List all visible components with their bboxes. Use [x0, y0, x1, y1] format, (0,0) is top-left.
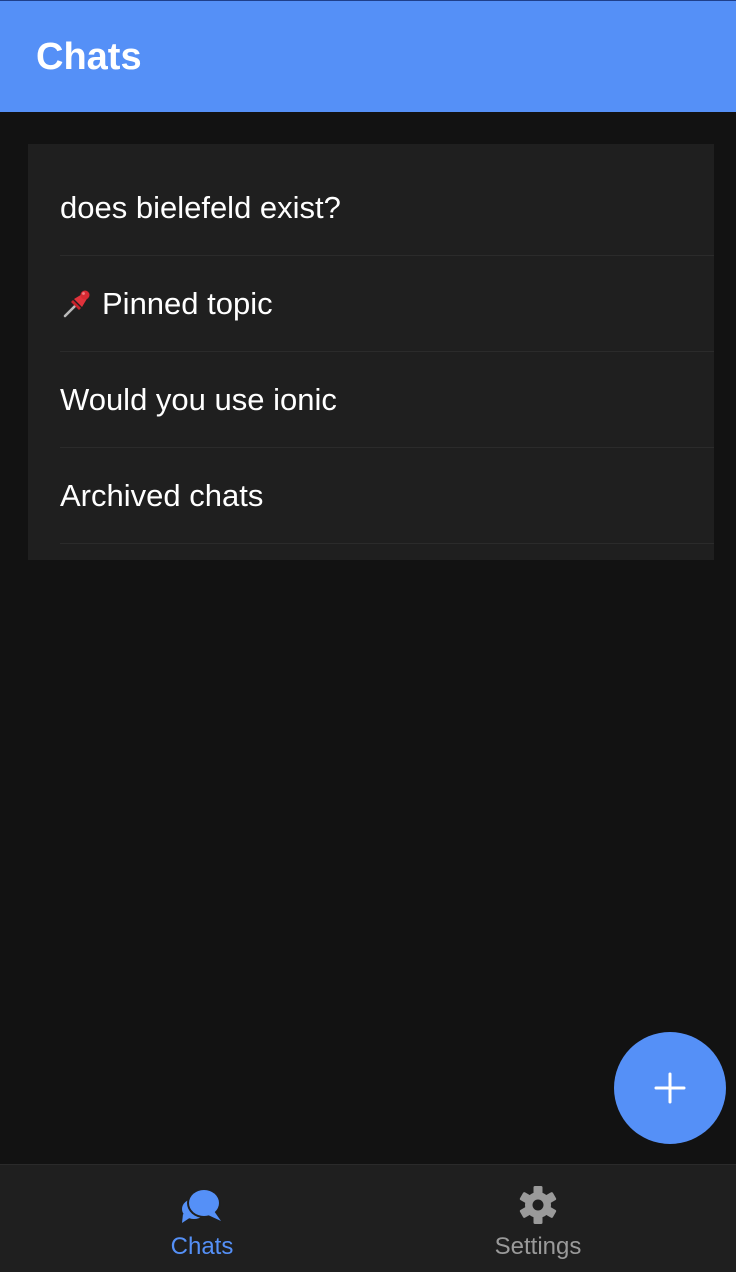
tab-settings[interactable]: Settings	[354, 1165, 722, 1272]
divider	[60, 543, 714, 544]
new-chat-button[interactable]	[614, 1032, 726, 1144]
chat-list-item[interactable]: Would you use ionic	[28, 352, 714, 448]
header-toolbar: Chats	[0, 0, 736, 112]
tab-label: Chats	[170, 1233, 234, 1260]
chat-title: Would you use ionic	[60, 382, 337, 417]
tab-chats[interactable]: Chats	[18, 1165, 386, 1272]
chat-title: Archived chats	[60, 478, 264, 513]
chat-list-item[interactable]: Pinned topic	[28, 256, 714, 352]
plus-icon	[654, 1072, 686, 1104]
app-root: Chats does bielefeld exist? Pinned topic	[0, 0, 736, 1272]
tab-label: Settings	[494, 1233, 582, 1260]
chat-bubbles-icon	[182, 1188, 221, 1223]
chat-list-item[interactable]: does bielefeld exist?	[28, 160, 714, 256]
chat-title: does bielefeld exist?	[60, 190, 341, 225]
chat-title: Pinned topic	[102, 286, 273, 321]
tab-bar: Chats Settings	[0, 1164, 736, 1272]
page-title: Chats	[36, 36, 142, 78]
archived-chats-item[interactable]: Archived chats	[28, 448, 714, 544]
pushpin-icon	[63, 290, 90, 318]
gear-icon	[519, 1186, 557, 1224]
chat-list: does bielefeld exist? Pinned topic Would…	[28, 144, 714, 560]
